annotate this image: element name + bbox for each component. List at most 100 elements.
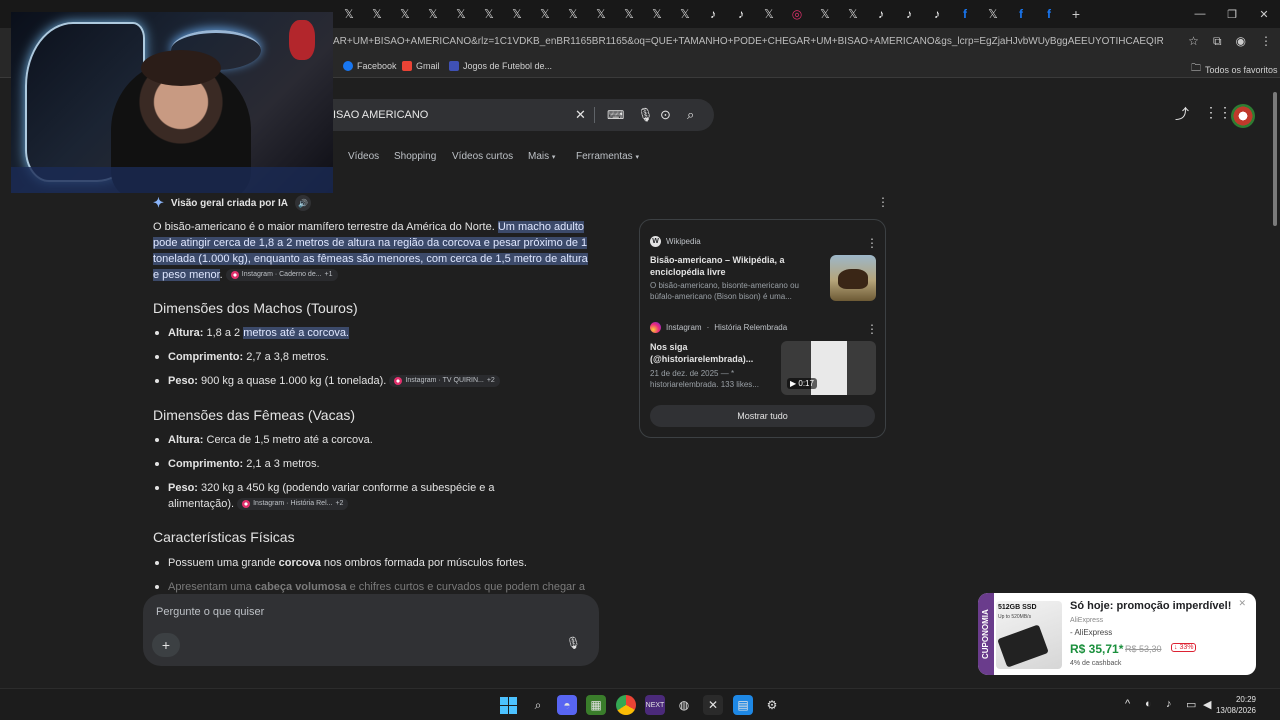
tab-instagram-icon[interactable]: ◎ bbox=[783, 2, 811, 26]
chevron-up-icon[interactable]: ^ bbox=[1125, 698, 1130, 710]
wikipedia-title[interactable]: Bisão-americano – Wikipédia, a enciclopé… bbox=[650, 254, 820, 278]
menu-kebab-icon[interactable]: ⋮ bbox=[1260, 34, 1272, 49]
tab-x-icon[interactable]: 𝕏 bbox=[811, 2, 839, 26]
tab-facebook-icon[interactable]: f bbox=[1007, 2, 1035, 26]
apps-grid-icon[interactable]: ⋮⋮ bbox=[1204, 104, 1232, 121]
new-tab-button[interactable]: + bbox=[1063, 6, 1089, 22]
tab-x-icon[interactable]: 𝕏 bbox=[559, 2, 587, 26]
ad-popup[interactable]: CUPONOMIA 512GB SSD Up to 520MB/s Só hoj… bbox=[978, 593, 1256, 675]
tab-x-icon[interactable]: 𝕏 bbox=[755, 2, 783, 26]
discord-icon[interactable]: ◓ bbox=[557, 695, 577, 715]
search-icon[interactable]: ⌕ bbox=[528, 695, 548, 715]
bison-thumbnail[interactable] bbox=[830, 255, 876, 301]
caret-down-icon: ▾ bbox=[551, 154, 556, 161]
instagram-title[interactable]: Nos siga (@historiarelembrada)... bbox=[650, 341, 775, 365]
extensions-icon[interactable]: ⧉ bbox=[1213, 34, 1222, 49]
settings-icon[interactable]: ⚙ bbox=[762, 695, 782, 715]
show-all-button[interactable]: Mostrar tudo bbox=[650, 405, 875, 427]
source-chip[interactable]: Instagram · TV QUIRIN... +2 bbox=[389, 375, 500, 388]
add-button[interactable]: + bbox=[152, 633, 180, 657]
tab-x-icon[interactable]: 𝕏 bbox=[587, 2, 615, 26]
scrollbar-thumb[interactable] bbox=[1273, 92, 1277, 226]
source-chip[interactable]: Instagram · História Rel... +2 bbox=[237, 498, 349, 511]
speaker-icon[interactable]: 🔊 bbox=[295, 195, 311, 211]
tab-x-icon[interactable]: 𝕏 bbox=[839, 2, 867, 26]
ad-cashback: 4% de cashback bbox=[1070, 660, 1122, 667]
video-thumbnail[interactable]: ▶ 0:17 bbox=[781, 341, 876, 395]
tab-x-icon[interactable]: 𝕏 bbox=[643, 2, 671, 26]
windows-start-icon[interactable] bbox=[498, 695, 518, 715]
volume-icon[interactable]: ◀ bbox=[1203, 698, 1211, 711]
tab-x-icon[interactable]: 𝕏 bbox=[447, 2, 475, 26]
tab-x-icon[interactable]: 𝕏 bbox=[335, 2, 363, 26]
restore-icon[interactable]: ❐ bbox=[1216, 0, 1248, 28]
tab-tiktok-icon[interactable]: ♪ bbox=[923, 2, 951, 26]
keyboard-icon[interactable]: ⌨ bbox=[607, 108, 624, 122]
males-heading: Dimensões dos Machos (Touros) bbox=[153, 300, 358, 316]
tab-tiktok-icon[interactable]: ♪ bbox=[727, 2, 755, 26]
address-bar-icons: ☆ ⧉ ◉ ⋮ bbox=[1188, 34, 1272, 49]
females-heading: Dimensões das Fêmeas (Vacas) bbox=[153, 407, 356, 423]
tab-x-icon[interactable]: 𝕏 bbox=[671, 2, 699, 26]
tab-more[interactable]: Mais ▾ bbox=[528, 151, 555, 162]
chrome-icon[interactable] bbox=[616, 695, 636, 715]
search-query[interactable]: ISAO AMERICANO bbox=[333, 109, 428, 121]
ask-box[interactable]: Pergunte o que quiser + 🎙 bbox=[143, 594, 599, 666]
tab-videos[interactable]: Vídeos bbox=[348, 151, 379, 162]
tab-facebook-icon[interactable]: f bbox=[1035, 2, 1063, 26]
tab-tools[interactable]: Ferramentas ▾ bbox=[576, 151, 639, 162]
mic-icon[interactable]: 🎙 bbox=[637, 107, 654, 123]
search-icon[interactable]: ⌕ bbox=[687, 107, 694, 123]
source-menu-icon[interactable]: ⋮ bbox=[866, 236, 878, 250]
tab-short-videos[interactable]: Vídeos curtos bbox=[452, 151, 513, 162]
tab-x-icon[interactable]: 𝕏 bbox=[979, 2, 1007, 26]
tab-facebook-icon[interactable]: f bbox=[951, 2, 979, 26]
avatar[interactable] bbox=[1231, 104, 1255, 128]
tab-shopping[interactable]: Shopping bbox=[394, 151, 436, 162]
ad-price: R$ 35,71* bbox=[1070, 642, 1124, 656]
tab-x-icon[interactable]: 𝕏 bbox=[391, 2, 419, 26]
close-icon[interactable]: ✕ bbox=[1248, 0, 1280, 28]
list-item: Apresentam uma cabeça volumosa e chifres… bbox=[154, 581, 586, 593]
share-icon[interactable]: ⤴ bbox=[1175, 104, 1189, 124]
instagram-icon bbox=[230, 271, 239, 280]
search-box[interactable]: ISAO AMERICANO ✕ ⌨ 🎙 ⊙ ⌕ bbox=[300, 99, 714, 131]
xbox-icon[interactable]: ✕ bbox=[703, 695, 723, 715]
all-favorites[interactable]: 🗀 Todos os favoritos bbox=[1191, 61, 1278, 78]
lens-icon[interactable]: ⊙ bbox=[660, 107, 671, 123]
close-icon[interactable]: ✕ bbox=[1238, 598, 1246, 609]
mic-tray-icon[interactable]: ♪ bbox=[1166, 698, 1172, 710]
webcam-overlay bbox=[11, 12, 333, 193]
tab-tiktok-icon[interactable]: ♪ bbox=[699, 2, 727, 26]
tab-x-icon[interactable]: 𝕏 bbox=[615, 2, 643, 26]
tab-x-icon[interactable]: 𝕏 bbox=[419, 2, 447, 26]
profile-icon[interactable]: ◉ bbox=[1236, 34, 1246, 49]
source-chip[interactable]: Instagram · Caderno de... +1 bbox=[225, 269, 338, 282]
star-icon[interactable]: ☆ bbox=[1188, 34, 1199, 49]
minimize-icon[interactable]: — bbox=[1184, 0, 1216, 28]
ai-overview-menu-icon[interactable]: ⋮ bbox=[877, 195, 889, 209]
network-icon[interactable]: ▭ bbox=[1186, 698, 1196, 711]
bookmark-jogos[interactable]: Jogos de Futebol de... bbox=[449, 61, 552, 71]
clear-icon[interactable]: ✕ bbox=[575, 107, 586, 123]
mic-icon[interactable]: 🎙 bbox=[566, 636, 581, 650]
tray-app-icon[interactable]: ◐ bbox=[1145, 698, 1152, 710]
bookmark-facebook[interactable]: Facebook bbox=[343, 61, 397, 71]
tab-tiktok-icon[interactable]: ♪ bbox=[895, 2, 923, 26]
ask-input[interactable]: Pergunte o que quiser bbox=[156, 606, 264, 618]
obs-icon[interactable]: ◍ bbox=[674, 695, 694, 715]
source-menu-icon[interactable]: ⋮ bbox=[866, 322, 878, 336]
minecraft-icon[interactable]: ▦ bbox=[586, 695, 606, 715]
url-field[interactable]: AR+UM+BISAO+AMERICANO&rlz=1C1VDKB_enBR11… bbox=[333, 31, 1163, 53]
tab-x-icon[interactable]: 𝕏 bbox=[475, 2, 503, 26]
tab-x-icon[interactable]: 𝕏 bbox=[503, 2, 531, 26]
folder-icon: 🗀 bbox=[1191, 63, 1201, 74]
bookmark-gmail[interactable]: Gmail bbox=[402, 61, 440, 71]
tab-tiktok-icon[interactable]: ♪ bbox=[867, 2, 895, 26]
photos-icon[interactable]: ▤ bbox=[733, 695, 753, 715]
app-icon[interactable]: NEXT bbox=[645, 695, 665, 715]
system-clock[interactable]: 20:29 13/08/2026 bbox=[1216, 694, 1256, 716]
facebook-icon bbox=[343, 61, 353, 71]
tab-x-icon[interactable]: 𝕏 bbox=[363, 2, 391, 26]
tab-x-icon[interactable]: 𝕏 bbox=[531, 2, 559, 26]
